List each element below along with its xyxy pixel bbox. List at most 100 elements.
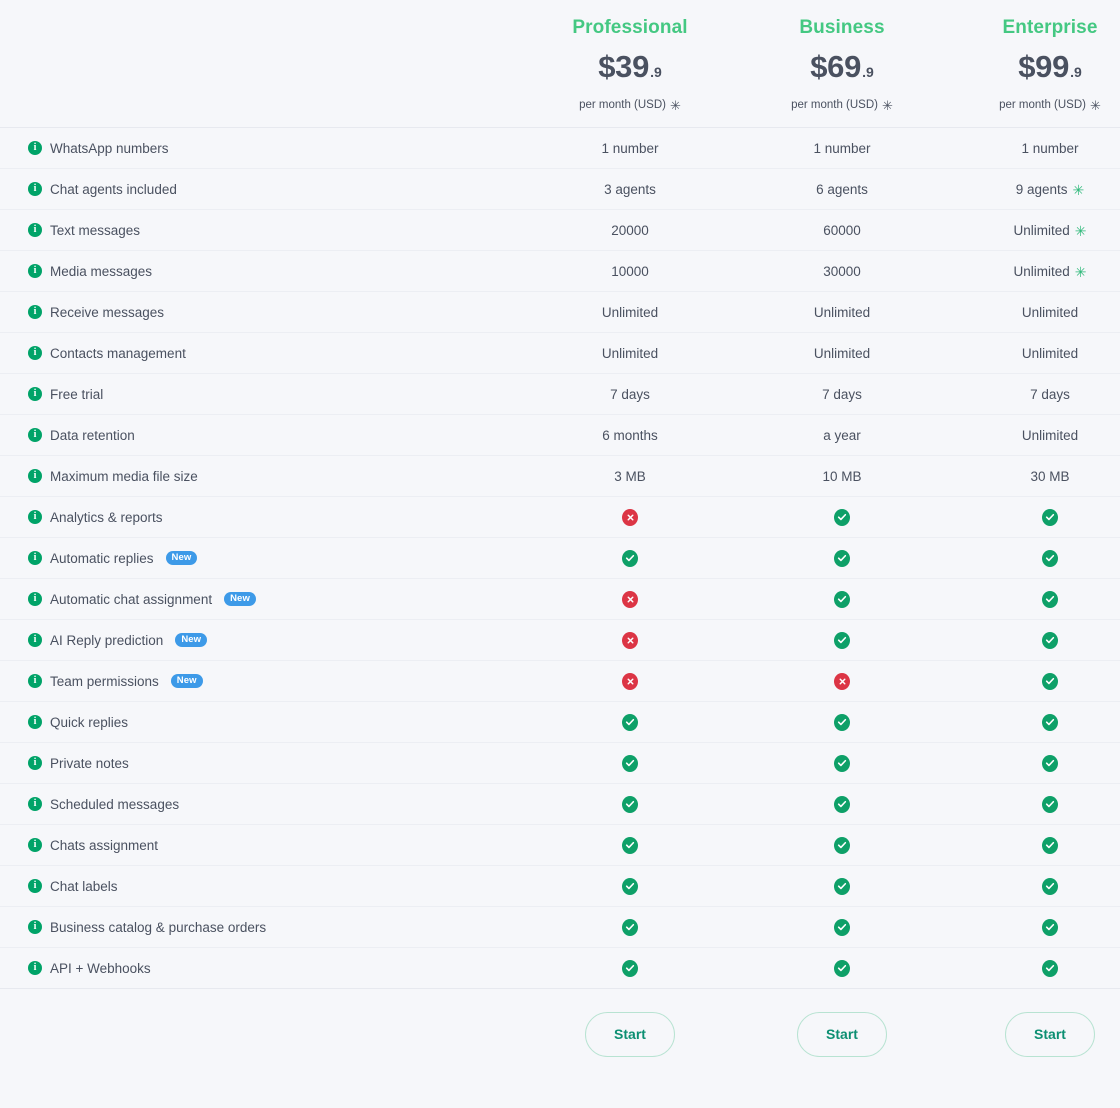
start-button-business[interactable]: Start [797,1012,887,1057]
value-text: Unlimited [601,345,659,361]
plan-period: per month (USD) ✳ [791,98,893,113]
feature-label: Business catalog & purchase orders [50,919,267,935]
value-cell [950,713,1120,731]
value-text: 10 MB [822,468,862,484]
info-icon[interactable]: i [28,264,42,278]
value-cell [950,590,1120,608]
check-icon [834,754,850,772]
check-icon [1042,508,1058,526]
info-icon[interactable]: i [28,961,42,975]
cross-icon [622,631,638,649]
value-cell [530,795,730,813]
table-row: i Chat agents included 3 agents 6 agents 9 a… [0,168,1120,209]
start-button-enterprise[interactable]: Start [1005,1012,1095,1057]
value-text: 7 days [610,386,650,402]
feature-label: Free trial [50,386,104,402]
feature-cell: i API + Webhooks [0,961,520,976]
asterisk-icon: ✳ [670,98,681,113]
value-cell [950,631,1120,649]
feature-cell: i Contacts management [0,346,520,361]
asterisk-icon: ✳ [1074,223,1087,239]
info-icon[interactable]: i [28,920,42,934]
info-icon[interactable]: i [28,182,42,196]
info-icon[interactable]: i [28,305,42,319]
check-icon [834,590,850,608]
plan-price-amount: $39 [598,49,650,84]
value-cell: Unlimited [950,305,1120,320]
check-icon [622,959,638,977]
info-icon[interactable]: i [28,428,42,442]
check-icon [1042,549,1058,567]
info-icon[interactable]: i [28,592,42,606]
feature-label: Chat labels [50,878,118,894]
feature-cell: i WhatsApp numbers [0,141,520,156]
value-cell: 30000 [742,264,942,279]
check-icon [622,549,638,567]
table-row: i Contacts management Unlimited Unlimited Un… [0,332,1120,373]
feature-label: WhatsApp numbers [50,140,169,156]
plan-name: Enterprise [1002,17,1098,38]
check-icon [622,918,638,936]
info-icon[interactable]: i [28,838,42,852]
plan-header-business: Business $69 .9 per month (USD) ✳ [742,0,942,127]
value-cell: Unlimited [950,428,1120,443]
info-icon[interactable]: i [28,141,42,155]
value-cell: 10000 [530,264,730,279]
info-icon[interactable]: i [28,510,42,524]
value-cell [950,959,1120,977]
info-icon[interactable]: i [28,551,42,565]
info-icon[interactable]: i [28,797,42,811]
value-cell [742,754,942,772]
value-cell [950,836,1120,854]
check-icon [1042,959,1058,977]
plan-price: $99 .9 [1018,50,1082,89]
value-text: 1 number [813,140,871,156]
value-text: 6 months [602,427,658,443]
feature-rows: i WhatsApp numbers 1 number 1 number 1 numbe… [0,127,1120,988]
check-icon [1042,672,1058,690]
feature-label: Media messages [50,263,153,279]
value-cell: Unlimited ✳ [950,264,1120,280]
info-icon[interactable]: i [28,715,42,729]
check-icon [622,713,638,731]
feature-label: Data retention [50,427,135,443]
info-icon[interactable]: i [28,674,42,688]
feature-cell: i Media messages [0,264,520,279]
info-icon[interactable]: i [28,223,42,237]
value-cell: 60000 [742,223,942,238]
info-icon[interactable]: i [28,879,42,893]
value-cell [742,549,942,567]
info-icon[interactable]: i [28,387,42,401]
value-cell [530,549,730,567]
value-text: Unlimited [813,304,871,320]
value-cell [530,713,730,731]
value-cell [742,631,942,649]
value-cell [742,795,942,813]
value-cell: Unlimited [530,305,730,320]
value-cell: 3 MB [530,469,730,484]
table-row: i Quick replies [0,701,1120,742]
value-cell [950,795,1120,813]
check-icon [622,836,638,854]
info-icon[interactable]: i [28,346,42,360]
check-icon [1042,795,1058,813]
asterisk-icon: ✳ [1090,98,1101,113]
cross-icon [622,508,638,526]
plan-period: per month (USD) ✳ [579,98,681,113]
value-text: 7 days [822,386,862,402]
value-text: 20000 [611,222,649,238]
check-icon [622,877,638,895]
start-button-professional[interactable]: Start [585,1012,675,1057]
feature-cell: i Receive messages [0,305,520,320]
value-cell [950,672,1120,690]
info-icon[interactable]: i [28,469,42,483]
plan-price-cents: .9 [650,64,662,80]
info-icon[interactable]: i [28,756,42,770]
plan-price-cents: .9 [1070,64,1082,80]
plan-name: Business [799,17,885,38]
info-icon[interactable]: i [28,633,42,647]
value-cell [742,672,942,690]
feature-cell: i Quick replies [0,715,520,730]
value-cell [742,918,942,936]
new-badge: New [175,633,208,647]
